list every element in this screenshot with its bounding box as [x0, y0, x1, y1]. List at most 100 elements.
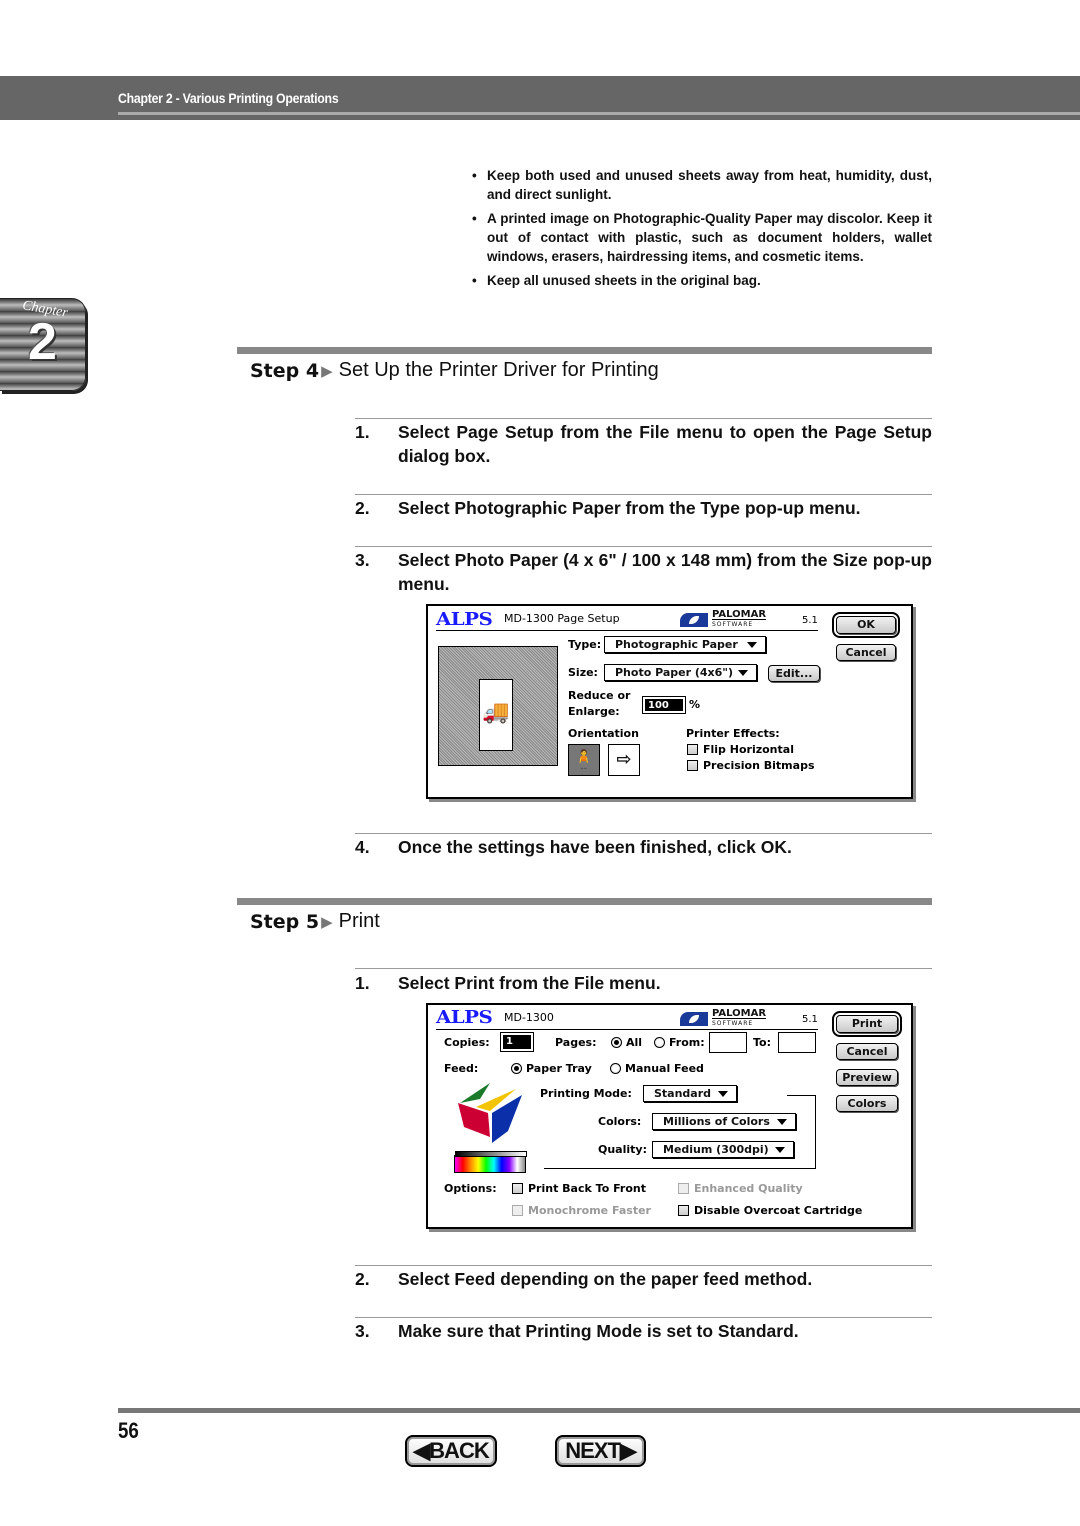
instruction-item: 1. Select Page Setup from the File menu …	[355, 420, 932, 468]
percent-sign: %	[689, 698, 701, 711]
dialog-title: MD-1300 Page Setup	[504, 612, 620, 625]
bullet-item: Keep both used and unused sheets away fr…	[472, 166, 932, 204]
pages-from-radio[interactable]	[654, 1037, 665, 1048]
cancel-button[interactable]: Cancel	[836, 1043, 898, 1060]
flip-horizontal-label: Flip Horizontal	[703, 743, 794, 756]
page-setup-dialog: ALPS MD-1300 Page Setup PALOMAR SOFTWARE …	[426, 604, 913, 799]
ok-button[interactable]: OK	[832, 612, 900, 638]
disable-overcoat-checkbox[interactable]	[678, 1205, 689, 1216]
step4-bar	[237, 347, 932, 354]
colors-popup[interactable]: Millions of Colors	[652, 1113, 796, 1130]
landscape-orientation-icon[interactable]: ⇨	[608, 744, 640, 776]
type-value: Photographic Paper	[615, 638, 738, 651]
monochrome-faster-checkbox[interactable]	[512, 1205, 523, 1216]
version-label: 5.1	[802, 1014, 818, 1025]
size-value: Photo Paper (4x6")	[615, 666, 734, 679]
print-button[interactable]: Print	[832, 1011, 902, 1037]
flip-horizontal-checkbox[interactable]	[687, 744, 698, 755]
type-popup[interactable]: Photographic Paper	[604, 636, 766, 653]
monochrome-faster-label: Monochrome Faster	[528, 1204, 651, 1217]
orientation-label: Orientation	[568, 727, 639, 740]
version-label: 5.1	[802, 615, 818, 626]
play-arrow-icon: ▶	[321, 913, 333, 931]
instruction-number: 2.	[355, 498, 370, 518]
popup-arrow-icon	[775, 1147, 785, 1153]
edit-button[interactable]: Edit...	[768, 665, 820, 682]
print-back-to-front-checkbox[interactable]	[512, 1183, 523, 1194]
color-cube-icon	[458, 1083, 522, 1143]
paper-tray-radio[interactable]	[511, 1063, 522, 1074]
divider	[355, 494, 932, 495]
colors-button[interactable]: Colors	[836, 1095, 898, 1112]
instruction-item: 3. Select Photo Paper (4 x 6" / 100 x 14…	[355, 548, 932, 596]
alps-logo: ALPS	[436, 1007, 493, 1028]
instruction-text: Select Photo Paper (4 x 6" / 100 x 148 m…	[398, 550, 932, 594]
divider	[355, 1317, 932, 1318]
step4-title: Set Up the Printer Driver for Printing	[338, 359, 659, 381]
next-button[interactable]: NEXT▶	[555, 1435, 646, 1467]
step5-label: Step 5	[250, 910, 320, 933]
truck-icon: 🚚	[482, 700, 510, 725]
cancel-button[interactable]: Cancel	[836, 644, 896, 661]
pages-all-label: All	[626, 1036, 643, 1049]
divider	[355, 546, 932, 547]
print-back-to-front-label: Print Back To Front	[528, 1182, 646, 1195]
instruction-text: Once the settings have been finished, cl…	[398, 837, 792, 857]
instruction-item: 2. Select Photographic Paper from the Ty…	[355, 496, 932, 520]
instruction-number: 4.	[355, 837, 370, 857]
palomar-icon	[680, 1011, 708, 1026]
step5-title: Print	[338, 910, 380, 932]
options-label: Options:	[444, 1182, 497, 1195]
precision-bitmaps-label: Precision Bitmaps	[703, 759, 815, 772]
instruction-text: Select Feed depending on the paper feed …	[398, 1269, 813, 1289]
enhanced-quality-label: Enhanced Quality	[694, 1182, 803, 1195]
colors-label: Colors:	[598, 1115, 642, 1128]
size-label: Size:	[568, 666, 598, 679]
dialog-title: MD-1300	[504, 1011, 554, 1024]
portrait-orientation-icon[interactable]: 🧍	[568, 744, 600, 776]
footer-rule	[118, 1408, 1080, 1413]
reduce-enlarge-input[interactable]: 100	[642, 696, 686, 714]
pages-all-radio[interactable]	[611, 1037, 622, 1048]
precision-bitmaps-checkbox[interactable]	[687, 760, 698, 771]
size-popup[interactable]: Photo Paper (4x6")	[604, 664, 757, 681]
divider	[355, 418, 932, 419]
preview-button[interactable]: Preview	[836, 1069, 898, 1086]
paper-tray-label: Paper Tray	[526, 1062, 592, 1075]
bullet-item: Keep all unused sheets in the original b…	[472, 271, 932, 290]
vendor-name: PALOMAR	[712, 609, 767, 620]
title-rule	[436, 1029, 818, 1030]
manual-feed-label: Manual Feed	[625, 1062, 704, 1075]
vendor-name: PALOMAR	[712, 1008, 767, 1019]
enhanced-quality-checkbox[interactable]	[678, 1183, 689, 1194]
play-arrow-icon: ▶	[321, 362, 333, 380]
divider	[355, 968, 932, 969]
header-underline	[118, 112, 1080, 115]
pages-to-label: To:	[753, 1036, 771, 1049]
reduce-label: Reduce or	[568, 689, 631, 702]
to-page-input[interactable]	[778, 1032, 816, 1053]
chapter-header-title: Chapter 2 - Various Printing Operations	[118, 90, 339, 106]
palomar-logo: PALOMAR SOFTWARE	[680, 1008, 767, 1028]
step4-heading: Step 4 ▶ Set Up the Printer Driver for P…	[250, 359, 659, 382]
feed-label: Feed:	[444, 1062, 479, 1075]
copies-input[interactable]: 1	[500, 1032, 534, 1052]
pages-from-label: From:	[669, 1036, 705, 1049]
instruction-item: 2. Select Feed depending on the paper fe…	[355, 1267, 932, 1291]
manual-feed-radio[interactable]	[610, 1063, 621, 1074]
instruction-number: 3.	[355, 550, 370, 570]
color-spectrum	[454, 1151, 527, 1173]
title-rule	[436, 630, 818, 631]
instruction-item: 3. Make sure that Printing Mode is set t…	[355, 1319, 932, 1343]
enlarge-label: Enlarge:	[568, 705, 620, 718]
quality-label: Quality:	[598, 1143, 647, 1156]
pages-label: Pages:	[555, 1036, 597, 1049]
preview-paper: 🚚	[479, 679, 513, 751]
back-button[interactable]: ◀BACK	[405, 1435, 497, 1467]
quality-popup[interactable]: Medium (300dpi)	[652, 1141, 794, 1158]
instruction-number: 3.	[355, 1321, 370, 1341]
type-label: Type:	[568, 638, 602, 651]
quality-value: Medium (300dpi)	[663, 1143, 769, 1156]
from-page-input[interactable]	[709, 1032, 747, 1053]
vendor-sub: SOFTWARE	[712, 1018, 767, 1028]
